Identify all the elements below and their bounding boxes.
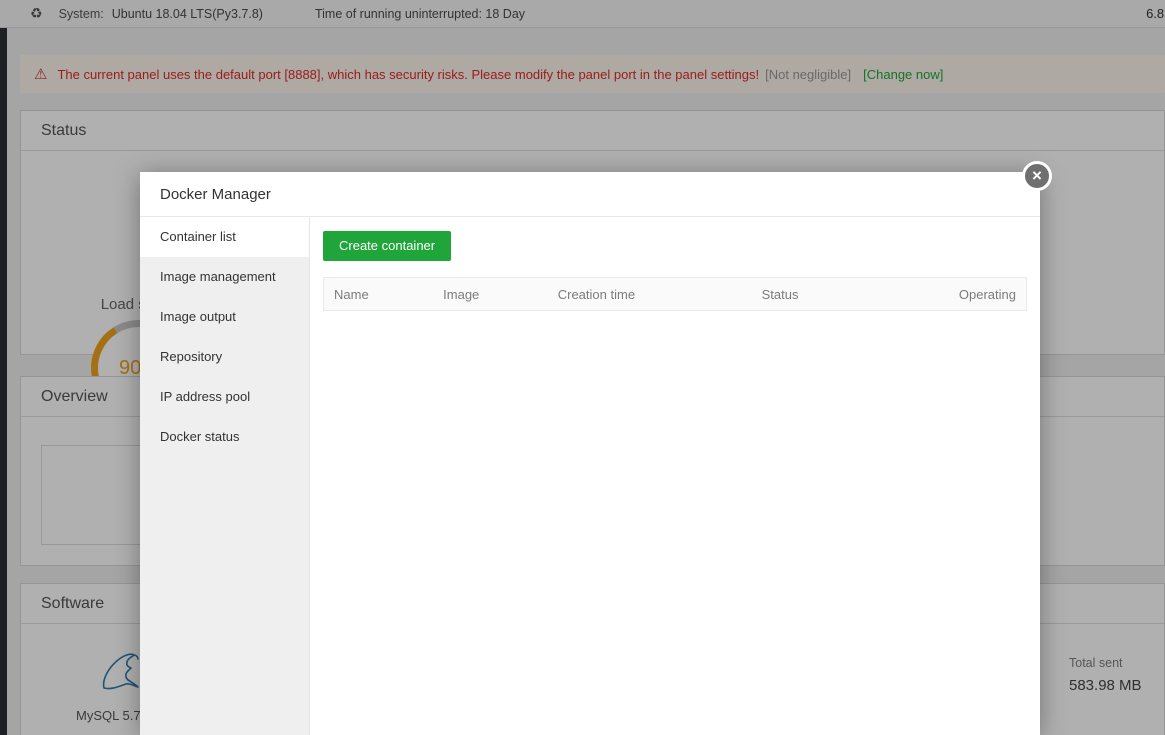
container-table: Name Image Creation time Status Operatin… [323,277,1027,311]
sidebar-item-image-management[interactable]: Image management [140,257,309,297]
sidebar-item-image-output[interactable]: Image output [140,297,309,337]
close-icon[interactable]: × [1022,161,1052,191]
sidebar-item-docker-status[interactable]: Docker status [140,417,309,457]
container-table-header-row: Name Image Creation time Status Operatin… [323,277,1027,311]
modal-title: Docker Manager [140,172,1040,217]
col-image: Image [433,277,548,311]
modal-body: Container list Image management Image ou… [140,217,1040,735]
col-creation-time: Creation time [547,277,752,311]
modal-content: Create container Name Image Creation tim… [310,217,1040,735]
docker-manager-modal: Docker Manager × Container list Image ma… [140,161,1052,735]
col-name: Name [323,277,434,311]
create-container-button[interactable]: Create container [323,231,452,261]
sidebar-item-repository[interactable]: Repository [140,337,309,377]
sidebar-item-container-list[interactable]: Container list [140,217,309,257]
col-operating: Operating [934,277,1027,311]
sidebar-item-ip-address-pool[interactable]: IP address pool [140,377,309,417]
modal-sidebar: Container list Image management Image ou… [140,217,310,735]
col-status: Status [751,277,935,311]
